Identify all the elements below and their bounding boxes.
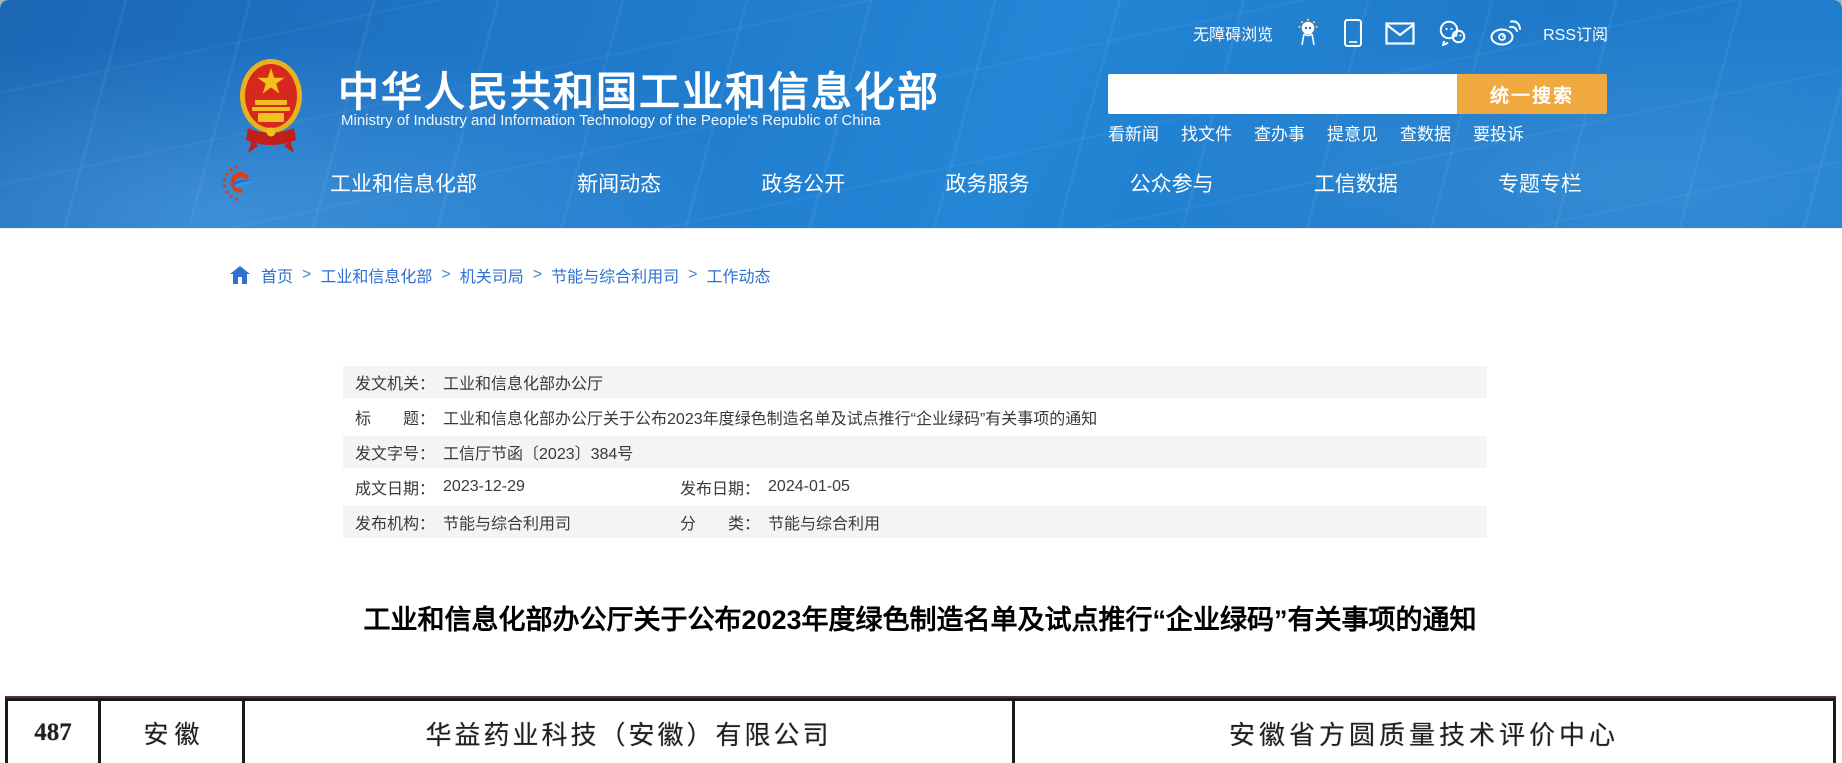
quick-link-complaints[interactable]: 要投诉 (1473, 120, 1524, 145)
meta-label: 标 题： (355, 411, 436, 428)
quick-links: 看新闻 找文件 查办事 提意见 查数据 要投诉 (1108, 120, 1524, 145)
meta-row-doc-number: 发文字号： 工信厅节函〔2023〕384号 (343, 436, 1487, 468)
meta-label: 发布机构： (355, 516, 436, 533)
meta-label: 成文日期： (355, 481, 436, 498)
utility-bar: 无障碍浏览 RSS订阅 (1193, 16, 1608, 50)
site-subtitle: Ministry of Industry and Information Tec… (341, 112, 881, 129)
meta-value: 节能与综合利用 (768, 516, 881, 533)
logo-block (238, 56, 304, 154)
meta-row-title: 标 题： 工业和信息化部办公厅关于公布2023年度绿色制造名单及试点推行“企业绿… (343, 401, 1487, 433)
site-header: 无障碍浏览 RSS订阅 中华人民共和国工业和信息化部 Ministry of I… (0, 0, 1842, 229)
breadcrumb: 首页 > 工业和信息化部 > 机关司局 > 节能与综合利用司 > 工作动态 (230, 263, 770, 287)
table-cell-agency: 安徽省方圆质量技术评价中心 (1228, 720, 1619, 750)
meta-col2: 分 类： 节能与综合利用 (680, 510, 880, 534)
mail-link[interactable] (1385, 21, 1415, 45)
breadcrumb-separator: > (688, 266, 698, 283)
nav-item-news[interactable]: 新闻动态 (577, 168, 661, 198)
quick-link-data[interactable]: 查数据 (1400, 120, 1451, 145)
search-input[interactable] (1108, 74, 1457, 114)
table-cell-company: 华益药业科技（安徽）有限公司 (245, 701, 1015, 763)
site-title: 中华人民共和国工业和信息化部 (338, 69, 940, 115)
meta-label: 发文机关： (355, 376, 436, 393)
quick-link-documents[interactable]: 找文件 (1181, 120, 1232, 145)
meta-label: 发文字号： (355, 446, 436, 463)
nav-item-public-participation[interactable]: 公众参与 (1130, 168, 1214, 198)
nav-item-miit[interactable]: 工业和信息化部 (330, 168, 477, 198)
wechat-link[interactable] (1437, 20, 1467, 46)
robot-assistant-icon[interactable] (1295, 18, 1321, 48)
meta-label: 发布日期： (680, 481, 761, 498)
breadcrumb-work-updates[interactable]: 工作动态 (706, 263, 770, 287)
breadcrumb-separator: > (441, 266, 451, 283)
table-cell-province: 安徽 (101, 701, 245, 763)
nav-item-gov-services[interactable]: 政务服务 (945, 168, 1029, 198)
main-nav: 工业和信息化部 新闻动态 政务公开 政务服务 公众参与 工信数据 专题专栏 (330, 163, 1582, 203)
meta-label: 分 类： (680, 516, 761, 533)
table-cell-number: 487 (8, 701, 101, 763)
meta-row-dates: 成文日期： 2023-12-29 发布日期： 2024-01-05 (343, 471, 1487, 503)
national-emblem-icon (240, 59, 302, 153)
meta-value: 工信厅节函〔2023〕384号 (443, 446, 634, 463)
accessibility-link[interactable]: 无障碍浏览 (1193, 21, 1273, 45)
scanned-list-table: 487 安徽 华益药业科技（安徽）有限公司 安徽省方圆质量技术评价中心 (5, 698, 1836, 763)
unified-search-button[interactable]: 统一搜索 (1457, 74, 1607, 114)
breadcrumb-departments[interactable]: 机关司局 (460, 263, 524, 287)
weibo-icon (1490, 20, 1522, 46)
quick-link-suggestions[interactable]: 提意见 (1327, 120, 1378, 145)
breadcrumb-separator: > (302, 266, 312, 283)
breadcrumb-miit[interactable]: 工业和信息化部 (320, 263, 432, 287)
wechat-icon (1439, 20, 1466, 46)
meta-value: 工业和信息化部办公厅关于公布2023年度绿色制造名单及试点推行“企业绿码”有关事… (443, 411, 1098, 428)
breadcrumb-home[interactable]: 首页 (261, 263, 293, 287)
meta-row-publisher: 发布机构： 节能与综合利用司 分 类： 节能与综合利用 (343, 506, 1487, 538)
quick-link-services[interactable]: 查办事 (1254, 120, 1305, 145)
nav-item-special-topics[interactable]: 专题专栏 (1498, 168, 1582, 198)
article-title: 工业和信息化部办公厅关于公布2023年度绿色制造名单及试点推行“企业绿码”有关事… (363, 605, 1477, 635)
rss-link[interactable]: RSS订阅 (1543, 21, 1608, 45)
breadcrumb-separator: > (532, 266, 543, 283)
nav-item-gov-disclosure[interactable]: 政务公开 (761, 168, 845, 198)
home-icon (230, 266, 250, 284)
nav-item-industry-data[interactable]: 工信数据 (1314, 168, 1398, 198)
robot-icon (1298, 18, 1318, 46)
meta-value: 2023-12-29 (443, 478, 525, 495)
meta-value: 工业和信息化部办公厅 (443, 376, 604, 393)
meta-value: 2024-01-05 (768, 478, 850, 495)
weibo-link[interactable] (1489, 20, 1522, 46)
page: 无障碍浏览 RSS订阅 中华人民共和国工业和信息化部 Ministry of I… (0, 0, 1842, 763)
meta-col2: 发布日期： 2024-01-05 (680, 475, 850, 499)
mobile-icon (1344, 19, 1363, 47)
meta-value: 节能与综合利用司 (443, 516, 572, 533)
meta-row-issuing-agency: 发文机关： 工业和信息化部办公厅 (343, 366, 1487, 398)
mobile-link[interactable] (1343, 18, 1363, 48)
miit-e-logo-icon (222, 165, 254, 201)
quick-link-news[interactable]: 看新闻 (1108, 120, 1159, 145)
search-box: 统一搜索 (1108, 74, 1607, 114)
breadcrumb-energy-dept[interactable]: 节能与综合利用司 (551, 263, 679, 287)
doc-meta-table: 发文机关： 工业和信息化部办公厅 标 题： 工业和信息化部办公厅关于公布2023… (343, 366, 1487, 541)
mail-icon (1385, 21, 1415, 45)
